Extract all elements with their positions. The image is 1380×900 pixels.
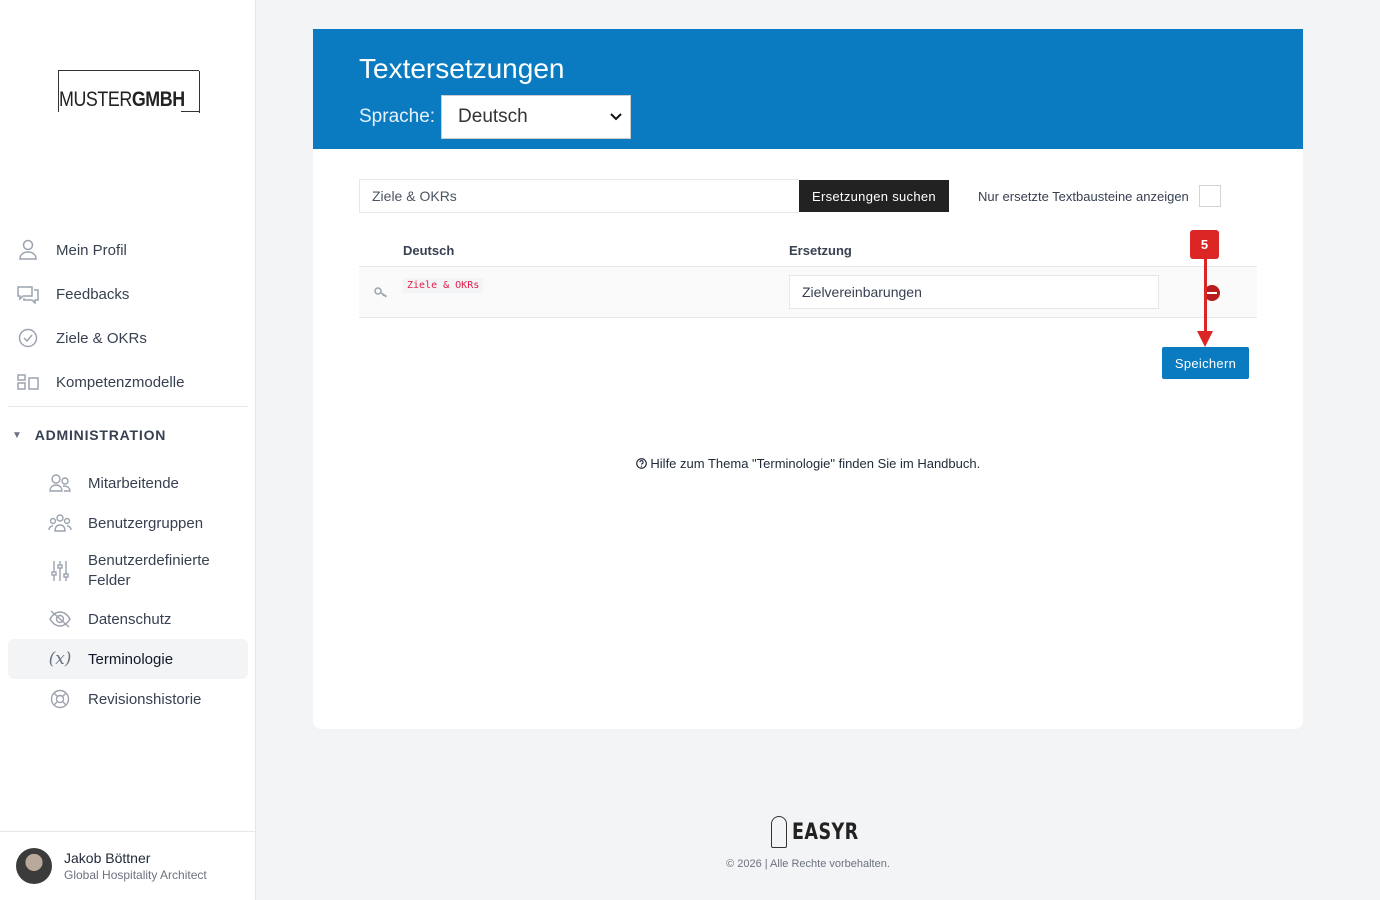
annotation-arrow-head	[1197, 331, 1213, 347]
company-logo[interactable]: MUSTERGMBH	[58, 70, 200, 113]
chat-icon	[16, 282, 40, 306]
sidebar-item-label: Ziele & OKRs	[56, 329, 147, 347]
user-name: Jakob Böttner	[64, 850, 151, 866]
only-replaced-checkbox[interactable]	[1198, 185, 1221, 207]
logo-text-bold: GMBH	[131, 88, 185, 111]
question-circle-icon	[635, 456, 651, 471]
eye-off-icon	[48, 609, 72, 629]
sidebar-item-kompetenzmodelle[interactable]: Kompetenzmodelle	[8, 360, 248, 404]
user-role: Global Hospitality Architect	[64, 868, 207, 882]
sidebar-item-feedbacks[interactable]: Feedbacks	[8, 272, 248, 316]
sidebar-item-benutzergruppen[interactable]: Benutzergruppen	[8, 503, 248, 543]
language-label: Sprache:	[359, 106, 436, 127]
column-header-ersetzung: Ersetzung	[789, 242, 852, 258]
user-icon	[16, 238, 40, 262]
sidebar-item-revisionshistorie[interactable]: Revisionshistorie	[8, 679, 248, 719]
language-select-value: Deutsch	[458, 106, 528, 127]
group-icon	[48, 513, 72, 533]
only-replaced-label: Nur ersetzte Textbausteine anzeigen	[978, 188, 1189, 204]
footer-logo[interactable]: EASYR	[771, 816, 875, 848]
language-select[interactable]: Deutsch	[441, 95, 632, 139]
chevron-down-icon	[610, 110, 622, 124]
search-replacements-button[interactable]: Ersetzungen suchen	[799, 180, 949, 212]
key-icon	[359, 286, 403, 298]
table-header: Deutsch Ersetzung	[359, 234, 1257, 267]
avatar	[16, 848, 52, 884]
sidebar-item-mitarbeitende[interactable]: Mitarbeitende	[8, 463, 248, 503]
annotation-arrow	[1204, 259, 1207, 337]
sidebar-item-label: Mitarbeitende	[88, 474, 179, 492]
sidebar-item-label: Datenschutz	[88, 610, 172, 628]
column-header-deutsch: Deutsch	[403, 242, 455, 258]
sidebar-item-mein-profil[interactable]: Mein Profil	[8, 228, 248, 272]
sidebar-item-benutzerdefinierte-felder[interactable]: Benutzerdefinierte Felder	[8, 543, 248, 599]
search-input-value: Ziele & OKRs	[372, 188, 457, 204]
table-row: Ziele & OKRs Zielvereinbarungen	[359, 267, 1257, 318]
sliders-icon	[48, 560, 72, 582]
logo-text-regular: MUSTER	[59, 88, 132, 111]
sidebar-item-label: Feedbacks	[56, 285, 130, 303]
user-profile[interactable]: Jakob Böttner Global Hospitality Archite…	[0, 831, 255, 900]
sidebar-item-label: Mein Profil	[56, 241, 127, 259]
annotation-badge: 5	[1190, 230, 1219, 259]
original-text-code: Ziele & OKRs	[403, 278, 484, 293]
main-card: Textersetzungen Sprache: Deutsch Ziele &…	[313, 29, 1303, 729]
sidebar: MUSTERGMBH Mein Profil Feedbacks Ziele &…	[0, 0, 256, 900]
sidebar-item-label: Benutzergruppen	[88, 514, 204, 532]
replacements-table: Deutsch Ersetzung Ziele & OKRs Zielverei…	[359, 234, 1257, 318]
admin-heading: ADMINISTRATION	[34, 427, 167, 443]
help-text: Hilfe zum Thema "Terminologie" finden Si…	[313, 456, 1303, 471]
blocks-icon	[16, 370, 40, 394]
admin-section-toggle[interactable]: ▼ ADMINISTRATION	[8, 407, 248, 463]
variable-icon: (x)	[48, 649, 72, 669]
sidebar-item-ziele-okrs[interactable]: Ziele & OKRs	[8, 316, 248, 360]
replacement-input[interactable]: Zielvereinbarungen	[789, 275, 1159, 309]
check-circle-icon	[16, 326, 40, 350]
sidebar-item-label: Revisionshistorie	[88, 690, 202, 708]
sidebar-item-terminologie[interactable]: (x) Terminologie	[8, 639, 248, 679]
save-button[interactable]: Speichern	[1162, 347, 1249, 379]
users-icon	[48, 473, 72, 493]
main-nav: Mein Profil Feedbacks Ziele & OKRs Kompe…	[8, 228, 248, 719]
page-title: Textersetzungen	[359, 53, 565, 84]
easyr-logo-icon	[771, 816, 787, 848]
lifebuoy-icon	[48, 689, 72, 709]
caret-down-icon: ▼	[12, 429, 23, 441]
card-header: Textersetzungen Sprache: Deutsch	[313, 29, 1303, 149]
sidebar-item-label: Terminologie	[88, 650, 174, 668]
help-link[interactable]: Hilfe zum Thema "Terminologie" finden Si…	[650, 456, 980, 471]
footer-brand: EASYR	[792, 819, 859, 845]
footer-copyright: © 2026 | Alle Rechte vorbehalten.	[726, 858, 890, 870]
replacement-input-value: Zielvereinbarungen	[802, 284, 922, 300]
sidebar-item-datenschutz[interactable]: Datenschutz	[8, 599, 248, 639]
search-input[interactable]: Ziele & OKRs	[359, 179, 799, 213]
sidebar-item-label: Kompetenzmodelle	[56, 373, 185, 391]
sidebar-item-label: Benutzerdefinierte Felder	[88, 552, 210, 589]
